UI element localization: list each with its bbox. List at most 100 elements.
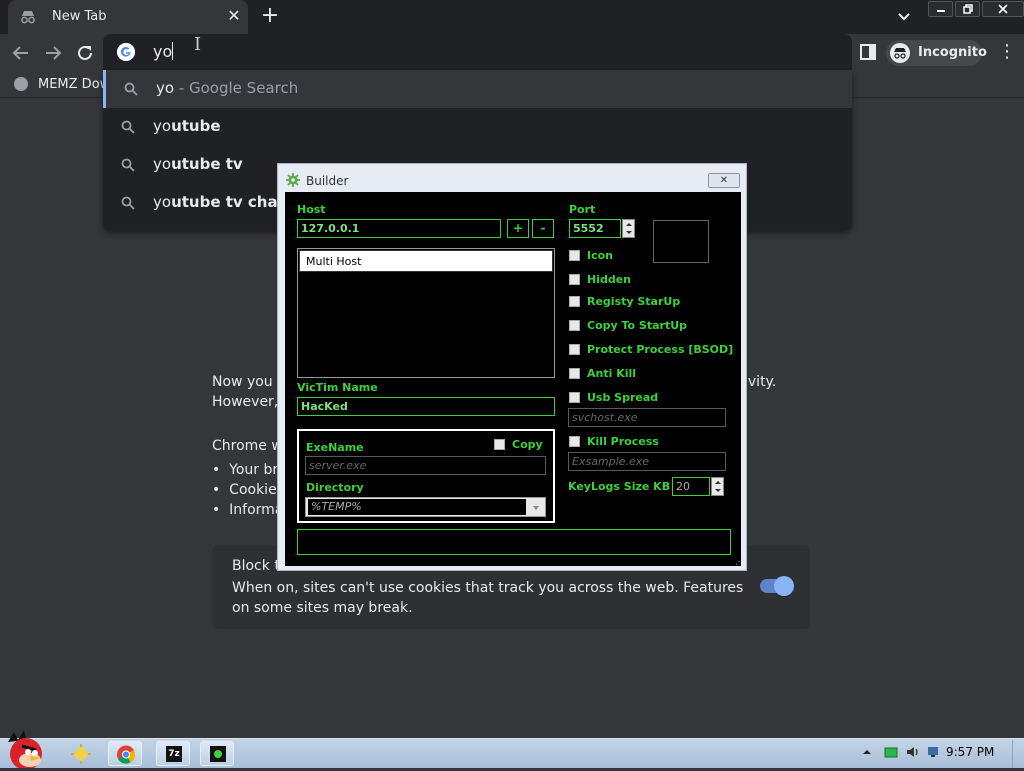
option-registry-label: Registy StarUp [587, 295, 681, 308]
option-protect-label: Protect Process [BSOD] [587, 343, 734, 356]
kill-process-checkbox[interactable] [569, 436, 580, 447]
protect-process-checkbox[interactable] [569, 344, 580, 355]
search-icon [121, 158, 135, 172]
taskbar-chrome[interactable] [108, 741, 142, 766]
forward-arrow-icon[interactable] [42, 42, 64, 64]
chrome-icon [117, 745, 136, 764]
tab-close-icon[interactable]: ✕ [224, 6, 244, 26]
menu-dots-icon[interactable]: ⋮ [998, 43, 1016, 62]
builder-window: Builder ✕ Host 127.0.0.1 + - Multi Host … [277, 163, 747, 571]
port-spinner[interactable] [622, 219, 635, 238]
builder-title: Builder [306, 174, 349, 188]
tab-search-chevron-icon[interactable] [894, 7, 914, 27]
directory-select[interactable]: %TEMP% [305, 497, 546, 517]
option-hidden-label: Hidden [587, 273, 632, 286]
keylogs-label: KeyLogs Size KB [568, 480, 671, 493]
back-arrow-icon[interactable] [10, 42, 32, 64]
ntp-text-line1-end: ivity. [744, 374, 777, 390]
directory-value: %TEMP% [308, 499, 526, 515]
start-button-bird-icon[interactable] [0, 728, 50, 768]
bookmark-memz[interactable]: MEMZ Dow [38, 77, 110, 92]
usb-spread-checkbox[interactable] [569, 392, 580, 403]
host-label: Host [297, 203, 326, 216]
copy-to-startup-checkbox[interactable] [569, 320, 580, 331]
exename-label: ExeName [306, 441, 364, 454]
toolbar-right: Incognito ⋮ [860, 40, 1024, 66]
incognito-indicator[interactable]: Incognito [886, 40, 987, 66]
add-host-button[interactable]: + [507, 219, 529, 238]
resize-grip-icon[interactable]: ⋰ [735, 558, 743, 566]
ntp-text-line1: Now you c [212, 374, 285, 390]
builder-close-button[interactable]: ✕ [708, 173, 740, 188]
taskbar-clock[interactable]: 9:57 PM [946, 745, 994, 759]
port-input[interactable]: 5552 [569, 219, 621, 238]
bullet-item: • Informa [212, 502, 284, 518]
kill-process-input[interactable]: Exsample.exe [568, 452, 726, 471]
keylogs-spinner[interactable] [711, 477, 724, 496]
host-input[interactable]: 127.0.0.1 [297, 219, 501, 238]
cookie-card-title: Block t [232, 558, 280, 574]
window-controls [928, 1, 1024, 17]
hidden-checkbox[interactable] [569, 274, 580, 285]
icon-checkbox[interactable] [569, 250, 580, 261]
suggestion-youtube[interactable]: youtube [103, 108, 852, 146]
side-panel-icon[interactable] [860, 44, 876, 60]
explorer-sun-icon[interactable] [64, 741, 98, 766]
tab-title: New Tab [52, 9, 107, 24]
copy-label: Copy [512, 438, 543, 451]
close-window-button[interactable] [982, 1, 1024, 17]
builder-body: Host 127.0.0.1 + - Multi Host VicTim Nam… [285, 192, 743, 566]
taskbar-7zip[interactable]: 7z [156, 741, 190, 766]
omnibox-input[interactable]: yo [153, 42, 174, 61]
volume-icon[interactable] [906, 745, 920, 759]
multi-host-list[interactable]: Multi Host [297, 248, 555, 378]
exename-input[interactable]: server.exe [305, 456, 546, 475]
minimize-icon [936, 10, 945, 12]
incognito-avatar-icon [890, 43, 910, 63]
tray-arrow-icon[interactable] [860, 745, 874, 759]
search-icon [121, 196, 135, 210]
network-icon[interactable] [926, 745, 940, 759]
multi-host-item[interactable]: Multi Host [299, 250, 553, 272]
omnibox[interactable]: yo [103, 34, 852, 70]
chevron-down-icon[interactable] [528, 499, 544, 515]
minimize-button[interactable] [928, 1, 953, 17]
gear-icon [286, 173, 300, 187]
builder-titlebar[interactable]: Builder ✕ [278, 164, 746, 192]
kill-process-label: Kill Process [587, 435, 659, 448]
option-icon-label: Icon [587, 249, 614, 262]
incognito-icon [21, 11, 35, 24]
option-anti-kill-label: Anti Kill [587, 367, 637, 380]
option-copy-startup-label: Copy To StartUp [587, 319, 688, 332]
taskbar-builder[interactable] [200, 741, 234, 766]
search-icon [121, 120, 135, 134]
usb-spread-input[interactable]: svchost.exe [568, 408, 726, 427]
option-usb-label: Usb Spread [587, 391, 659, 404]
registry-startup-checkbox[interactable] [569, 296, 580, 307]
copy-checkbox[interactable] [494, 439, 505, 450]
suggestion-google-search[interactable]: yo - Google Search [103, 70, 852, 108]
bullet-item: • Cookies [212, 482, 284, 498]
block-cookies-toggle[interactable] [760, 576, 794, 596]
new-tab-button[interactable]: + [258, 5, 282, 29]
restore-button[interactable] [955, 1, 980, 17]
icon-preview[interactable] [653, 220, 709, 263]
tab-new-tab[interactable]: New Tab ✕ [8, 0, 248, 34]
anti-kill-checkbox[interactable] [569, 368, 580, 379]
reload-icon[interactable] [74, 42, 96, 64]
show-desktop-button[interactable] [1012, 740, 1024, 768]
search-icon [124, 82, 138, 96]
close-icon [998, 4, 1008, 14]
battery-icon[interactable] [884, 745, 898, 759]
keylogs-input[interactable]: 20 [672, 477, 710, 496]
victim-name-input[interactable]: HacKed [297, 397, 555, 416]
builder-app-icon [210, 746, 226, 762]
incognito-label: Incognito [918, 45, 987, 60]
text-cursor-ibeam: I [194, 34, 202, 55]
directory-label: Directory [306, 481, 364, 494]
remove-host-button[interactable]: - [532, 219, 554, 238]
cookie-card-description: When on, sites can't use cookies that tr… [232, 580, 744, 616]
port-label: Port [569, 203, 596, 216]
build-button[interactable] [297, 529, 731, 555]
google-g-icon [117, 43, 135, 61]
